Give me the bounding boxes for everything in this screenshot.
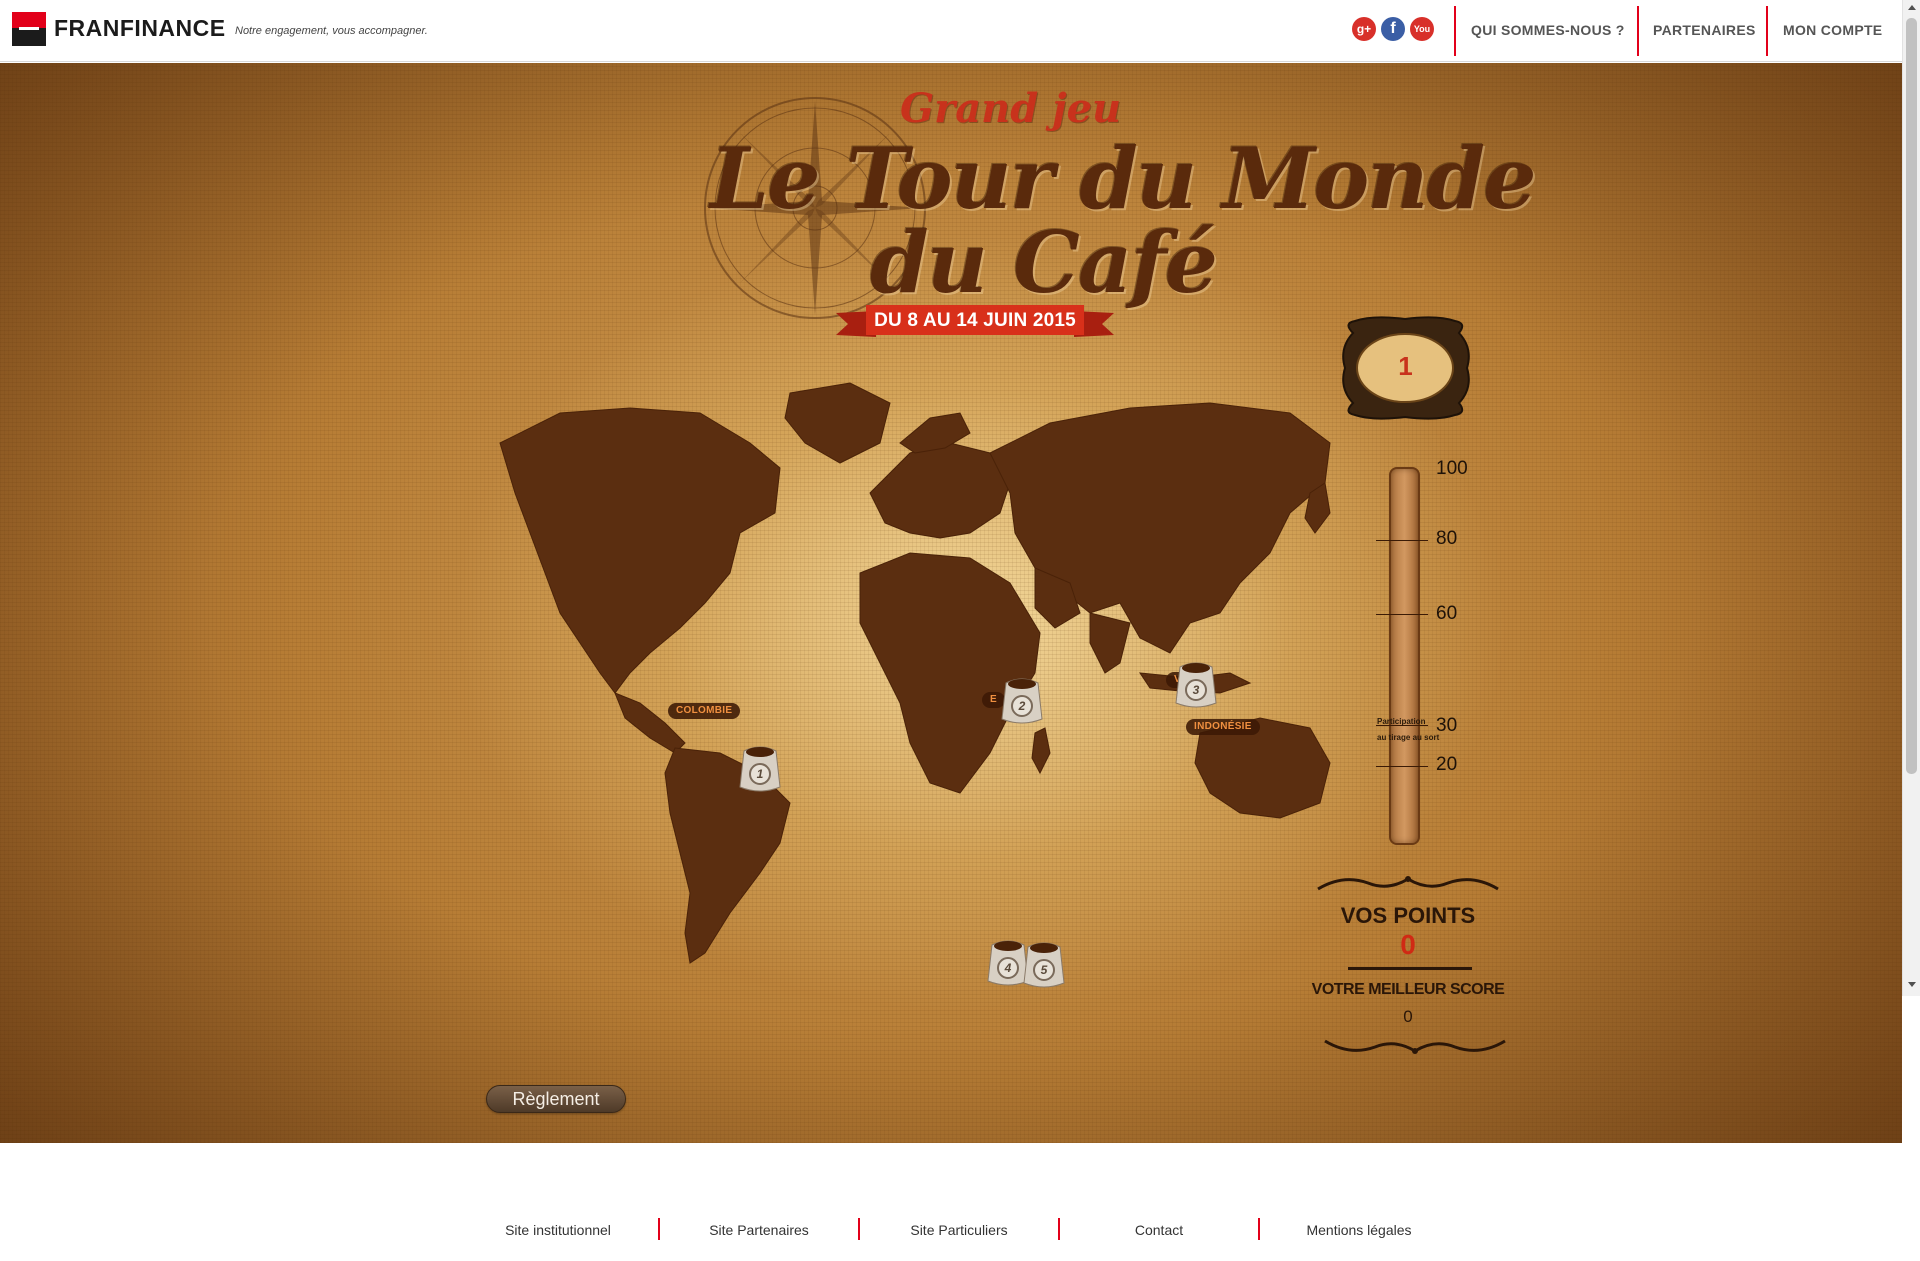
- brand-name[interactable]: FRANFINANCE: [54, 15, 226, 42]
- flourish-top-icon: [1317, 876, 1499, 891]
- game-board: Grand jeu Le Tour du Monde du Café DU 8 …: [0, 63, 1902, 1143]
- sack-number: 4: [997, 957, 1019, 979]
- flourish-bottom-icon: [1324, 1039, 1506, 1054]
- sack-number: 2: [1011, 695, 1033, 717]
- sack-number: 5: [1033, 959, 1055, 981]
- footer-separator: [658, 1218, 660, 1240]
- nav-separator: [1637, 6, 1639, 56]
- sack-number: 3: [1185, 679, 1207, 701]
- reglement-button[interactable]: Règlement: [486, 1085, 626, 1113]
- sack-number: 1: [749, 763, 771, 785]
- coffee-sack-1[interactable]: 1: [738, 743, 782, 793]
- coffee-sack-3[interactable]: 3: [1174, 659, 1218, 709]
- google-plus-icon[interactable]: g+: [1352, 17, 1376, 41]
- brand-tagline: Notre engagement, vous accompagner.: [235, 25, 428, 37]
- footer-link-site-institutionnel[interactable]: Site institutionnel: [463, 1222, 653, 1238]
- youtube-icon[interactable]: You: [1410, 17, 1434, 41]
- scroll-thumb[interactable]: [1906, 18, 1917, 774]
- footer-link-contact[interactable]: Contact: [1064, 1222, 1254, 1238]
- level-number: 1: [1398, 351, 1413, 381]
- gauge-label-20: 20: [1436, 754, 1458, 775]
- gauge-caption-line2: au tirage au sort: [1377, 733, 1440, 742]
- points-gauge: [1389, 467, 1420, 845]
- gauge-label-80: 80: [1436, 528, 1458, 549]
- nav-separator: [1454, 6, 1456, 56]
- scroll-up-icon[interactable]: [1908, 5, 1916, 10]
- scroll-down-icon[interactable]: [1908, 982, 1916, 987]
- nav-qui-sommes-nous[interactable]: QUI SOMMES-NOUS ?: [1471, 22, 1625, 38]
- site-footer: [0, 1143, 1920, 1261]
- franfinance-logo-icon[interactable]: [12, 12, 46, 46]
- game-subtitle: Grand jeu: [900, 85, 1122, 132]
- footer-link-mentions-legales[interactable]: Mentions légales: [1264, 1222, 1454, 1238]
- facebook-icon[interactable]: f: [1381, 17, 1405, 41]
- points-divider: [1348, 967, 1472, 970]
- nav-partenaires[interactable]: PARTENAIRES: [1653, 22, 1756, 38]
- coffee-sack-2[interactable]: 2: [1000, 675, 1044, 725]
- nav-mon-compte[interactable]: MON COMPTE: [1783, 22, 1882, 38]
- gauge-tick-80: [1376, 540, 1428, 541]
- gauge-tick-20: [1376, 766, 1428, 767]
- footer-separator: [1258, 1218, 1260, 1240]
- page-scrollbar[interactable]: [1902, 0, 1920, 996]
- gauge-label-60: 60: [1436, 603, 1458, 624]
- game-dates: DU 8 AU 14 JUIN 2015: [874, 310, 1076, 331]
- points-value: 0: [1400, 929, 1416, 960]
- footer-link-site-partenaires[interactable]: Site Partenaires: [664, 1222, 854, 1238]
- country-label-indonesie[interactable]: INDONÉSIE: [1186, 719, 1260, 735]
- best-score-label: VOTRE MEILLEUR SCORE: [1311, 981, 1505, 998]
- gauge-tick-60: [1376, 614, 1428, 615]
- site-header: FRANFINANCE Notre engagement, vous accom…: [0, 0, 1920, 62]
- game-title-line2: du Café: [870, 213, 1218, 312]
- footer-link-site-particuliers[interactable]: Site Particuliers: [864, 1222, 1054, 1238]
- points-label: VOS POINTS: [1340, 903, 1476, 928]
- nav-separator: [1766, 6, 1768, 56]
- footer-separator: [1058, 1218, 1060, 1240]
- best-score-value: 0: [1403, 1007, 1413, 1026]
- coffee-sack-5[interactable]: 5: [1022, 939, 1066, 989]
- country-label-colombie[interactable]: COLOMBIE: [668, 703, 741, 719]
- gauge-label-100: 100: [1436, 458, 1468, 479]
- gauge-caption-line1: Participation: [1377, 717, 1426, 726]
- footer-separator: [858, 1218, 860, 1240]
